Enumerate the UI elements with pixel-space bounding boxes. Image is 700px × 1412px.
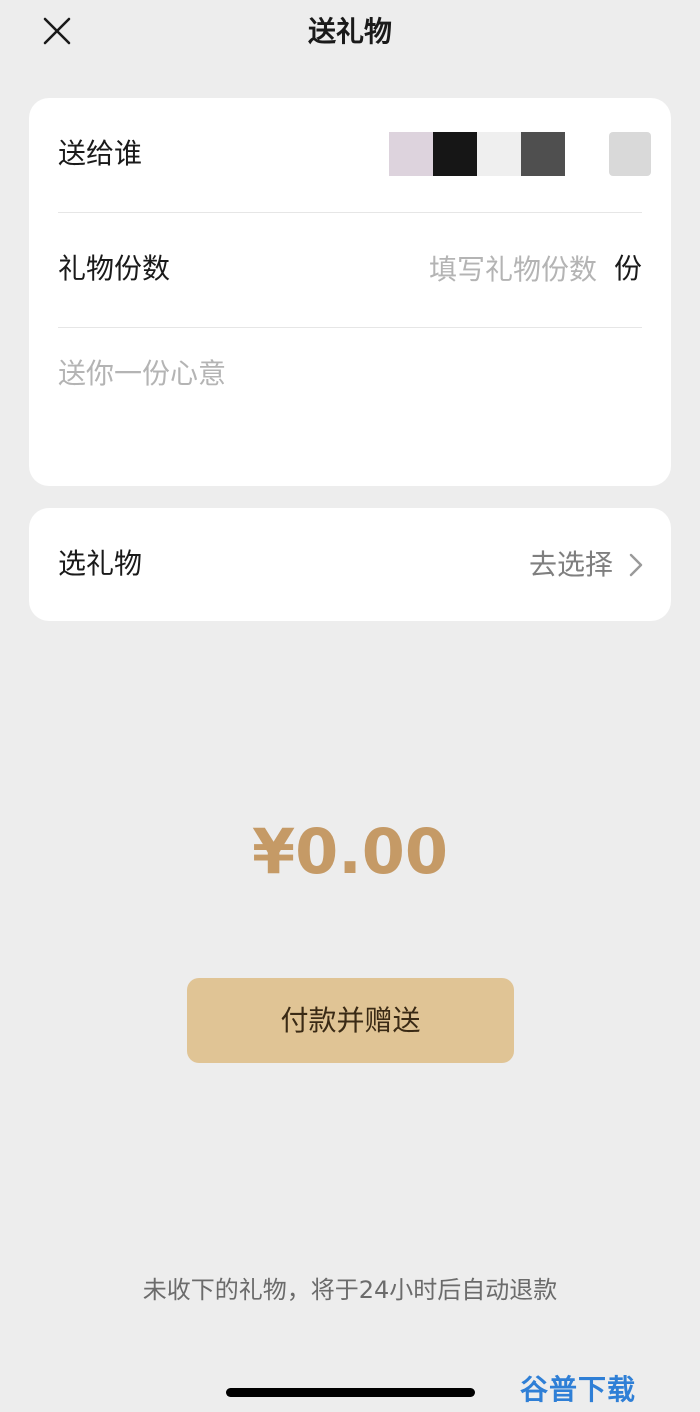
refund-notice: 未收下的礼物，将于24小时后自动退款	[142, 1276, 558, 1304]
watermark-logo: 谷普下载	[520, 1373, 637, 1406]
total-amount: ¥0.00	[251, 815, 449, 888]
avatar	[389, 132, 433, 176]
gift-form-card: 送给谁 礼物份数 份	[29, 98, 671, 486]
recipient-avatars[interactable]	[389, 132, 661, 176]
choose-gift-text: 去选择	[528, 548, 613, 581]
message-input[interactable]	[58, 354, 642, 464]
gift-select-label: 选礼物	[58, 547, 143, 580]
avatar	[433, 132, 477, 176]
divider	[58, 212, 642, 213]
chevron-right-icon	[629, 553, 643, 577]
divider	[58, 327, 642, 328]
pay-and-send-button[interactable]: 付款并赠送	[187, 978, 514, 1063]
gift-select-row[interactable]: 选礼物 去选择	[29, 508, 671, 621]
recipient-label: 送给谁	[58, 137, 143, 170]
quantity-unit: 份	[613, 252, 642, 285]
page-title: 送礼物	[307, 15, 392, 48]
quantity-label: 礼物份数	[58, 252, 171, 285]
avatar	[609, 132, 651, 176]
avatar	[521, 132, 565, 176]
avatar	[477, 132, 521, 176]
home-indicator	[226, 1388, 475, 1397]
quantity-input[interactable]	[337, 248, 597, 290]
choose-gift-button[interactable]: 去选择	[529, 544, 645, 586]
navigation-bar: 送礼物	[0, 0, 700, 64]
